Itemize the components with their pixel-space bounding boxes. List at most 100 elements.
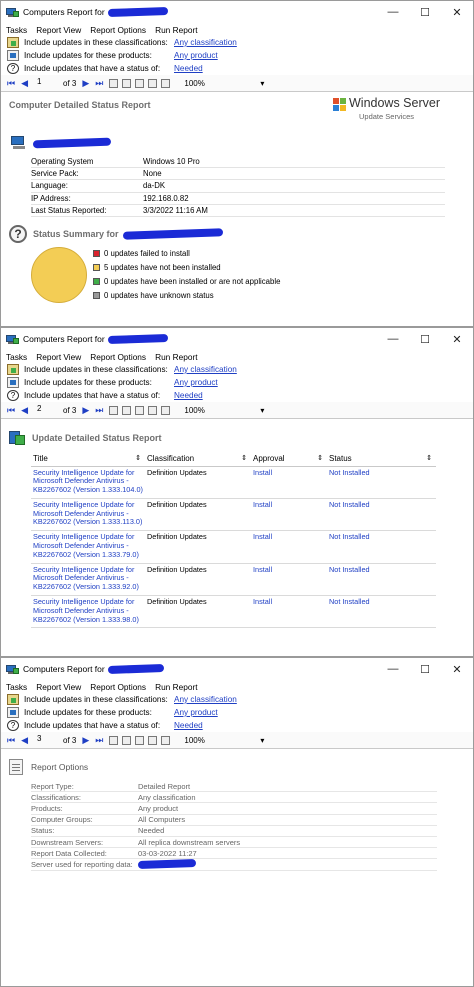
wsus-app-icon: [6, 334, 19, 345]
classification-link[interactable]: Any classification: [174, 38, 237, 47]
page-number-input[interactable]: 2: [34, 404, 56, 416]
minimize-button[interactable]: —: [377, 663, 409, 676]
report-toolbar: ⏮ ◀ 3 of 3 ▶ ⏭ 100% ▾: [1, 732, 473, 749]
report-options-list: Report Type: Detailed Report Classificati…: [31, 781, 437, 871]
classification-link[interactable]: Any classification: [174, 365, 237, 374]
sort-icon: ⇕: [241, 455, 247, 463]
maximize-button[interactable]: ☐: [409, 333, 441, 346]
question-icon: ?: [9, 224, 27, 243]
option-key: Classifications:: [31, 792, 82, 802]
last-page-icon[interactable]: ⏭: [95, 735, 103, 746]
update-title-link[interactable]: Security Intelligence Update for Microso…: [31, 563, 145, 597]
page-setup-icon[interactable]: [148, 405, 158, 415]
first-page-icon[interactable]: ⏮: [7, 405, 15, 416]
update-title-link[interactable]: Security Intelligence Update for Microso…: [31, 530, 145, 564]
product-link[interactable]: Any product: [174, 51, 218, 60]
column-header-classification[interactable]: Classification ⇕: [145, 452, 251, 467]
print-icon[interactable]: [122, 735, 132, 745]
product-link[interactable]: Any product: [174, 378, 218, 387]
zoom-select[interactable]: 100% ▾: [184, 406, 264, 415]
menu-report-view[interactable]: Report View: [36, 682, 81, 692]
close-button[interactable]: ✕: [441, 6, 473, 19]
classification-icon: [7, 694, 19, 705]
status-link[interactable]: Needed: [174, 721, 203, 730]
update-title-link[interactable]: Security Intelligence Update for Microso…: [31, 498, 145, 532]
classification-link[interactable]: Any classification: [174, 695, 237, 704]
title-bar: Computers Report for — ☐ ✕: [1, 328, 473, 350]
stop-icon[interactable]: [109, 405, 119, 415]
column-header-title[interactable]: Title ⇕: [31, 452, 145, 467]
previous-page-icon[interactable]: ◀: [21, 78, 28, 89]
update-classification: Definition Updates: [145, 530, 251, 564]
option-row: Report Data Collected: 03-03-2022 11:27: [31, 848, 437, 860]
first-page-icon[interactable]: ⏮: [7, 735, 15, 746]
next-page-icon[interactable]: ▶: [82, 78, 89, 89]
status-link[interactable]: Needed: [174, 391, 203, 400]
print-icon[interactable]: [122, 405, 132, 415]
page-setup-icon[interactable]: [148, 735, 158, 745]
product-link[interactable]: Any product: [174, 708, 218, 717]
menu-tasks[interactable]: Tasks: [6, 682, 27, 692]
print-layout-icon[interactable]: [135, 78, 145, 88]
option-value: Needed: [138, 826, 165, 836]
print-layout-icon[interactable]: [135, 405, 145, 415]
table-row: Security Intelligence Update for Microso…: [31, 530, 436, 564]
redacted-computer-name: [32, 137, 112, 149]
criteria-label: Include updates that have a status of:: [24, 64, 161, 73]
page-number-input[interactable]: 3: [34, 734, 56, 746]
detail-row: Service Pack: None: [31, 168, 445, 181]
report-page-2: Update Detailed Status Report Title ⇕ Cla…: [1, 419, 473, 629]
next-page-icon[interactable]: ▶: [82, 735, 89, 746]
report-options-icon: [9, 759, 23, 775]
next-page-icon[interactable]: ▶: [82, 405, 89, 416]
zoom-select[interactable]: 100% ▾: [184, 736, 264, 745]
menu-report-view[interactable]: Report View: [36, 25, 81, 35]
first-page-icon[interactable]: ⏮: [7, 78, 15, 89]
close-button[interactable]: ✕: [441, 663, 473, 676]
update-status: Not Installed: [327, 530, 436, 564]
redacted-computer-name: [122, 228, 223, 240]
zoom-select[interactable]: 100% ▾: [184, 79, 264, 88]
menu-run-report[interactable]: Run Report: [155, 25, 197, 35]
menu-report-options[interactable]: Report Options: [90, 25, 146, 35]
menu-report-view[interactable]: Report View: [36, 352, 81, 362]
page-number-input[interactable]: 1: [34, 77, 56, 89]
detail-row: Last Status Reported: 3/3/2022 11:16 AM: [31, 205, 445, 217]
windows-server-logo: Windows Server Update Services: [333, 96, 465, 130]
report-window-page-2: Computers Report for — ☐ ✕ Tasks Report …: [0, 327, 474, 657]
menu-run-report[interactable]: Run Report: [155, 682, 197, 692]
menu-run-report[interactable]: Run Report: [155, 352, 197, 362]
report-title: Update Detailed Status Report: [32, 432, 162, 443]
minimize-button[interactable]: —: [377, 333, 409, 346]
column-header-approval[interactable]: Approval ⇕: [251, 452, 327, 467]
menu-tasks[interactable]: Tasks: [6, 352, 27, 362]
print-icon[interactable]: [122, 78, 132, 88]
status-link[interactable]: Needed: [174, 64, 203, 73]
report-title: Computer Detailed Status Report: [9, 100, 151, 110]
update-title-link[interactable]: Security Intelligence Update for Microso…: [31, 595, 145, 629]
stop-icon[interactable]: [109, 735, 119, 745]
menu-report-options[interactable]: Report Options: [90, 352, 146, 362]
chevron-down-icon: ▾: [260, 78, 265, 88]
export-icon[interactable]: [161, 78, 171, 88]
column-header-status[interactable]: Status ⇕: [327, 452, 436, 467]
maximize-button[interactable]: ☐: [409, 663, 441, 676]
export-icon[interactable]: [161, 735, 171, 745]
previous-page-icon[interactable]: ◀: [21, 405, 28, 416]
last-page-icon[interactable]: ⏭: [95, 405, 103, 416]
page-setup-icon[interactable]: [148, 78, 158, 88]
last-page-icon[interactable]: ⏭: [95, 78, 103, 89]
update-title-link[interactable]: Security Intelligence Update for Microso…: [31, 466, 145, 499]
window-title: Computers Report for: [23, 334, 105, 344]
menu-tasks[interactable]: Tasks: [6, 25, 27, 35]
export-icon[interactable]: [161, 405, 171, 415]
maximize-button[interactable]: ☐: [409, 6, 441, 19]
close-button[interactable]: ✕: [441, 333, 473, 346]
stop-icon[interactable]: [109, 78, 119, 88]
print-layout-icon[interactable]: [135, 735, 145, 745]
minimize-button[interactable]: —: [377, 6, 409, 19]
menu-report-options[interactable]: Report Options: [90, 682, 146, 692]
legend-item: 0 updates have unknown status: [93, 289, 280, 303]
report-toolbar: ⏮ ◀ 2 of 3 ▶ ⏭ 100% ▾: [1, 402, 473, 419]
previous-page-icon[interactable]: ◀: [21, 735, 28, 746]
